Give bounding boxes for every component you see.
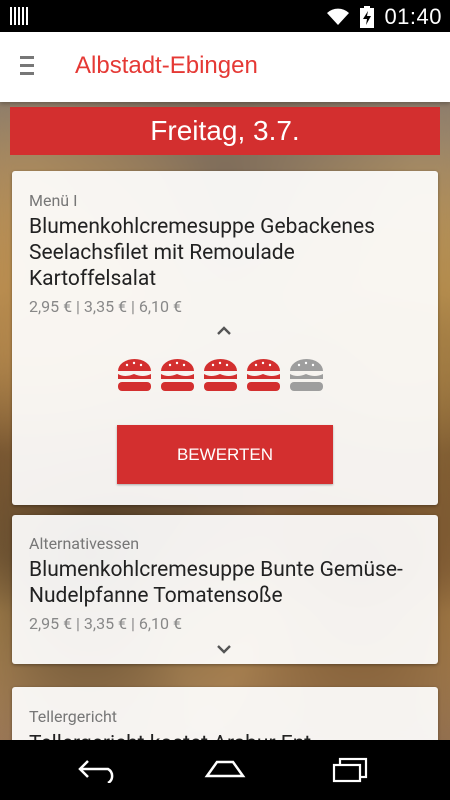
date-banner[interactable]: Freitag, 3.7. [10, 107, 440, 155]
menu-card[interactable]: Menü I Blumenkohlcremesuppe Gebackenes S… [12, 171, 438, 505]
barcode-icon [10, 7, 28, 25]
rate-button[interactable]: BEWERTEN [117, 425, 333, 484]
menu-category: Tellergericht [29, 707, 117, 726]
page-title: Albstadt-Ebingen [75, 52, 258, 79]
menu-category: Menü I [29, 191, 78, 210]
home-icon[interactable] [195, 752, 255, 788]
chevron-down-icon[interactable] [216, 641, 232, 657]
menu-card[interactable]: Alternativessen Blumenkohlcremesuppe Bun… [12, 515, 438, 664]
meal-description: Blumenkohlcremesuppe Bunte Gemüse-Nudelp… [29, 558, 403, 608]
back-icon[interactable] [68, 752, 128, 788]
meal-prices: 2,95 € | 3,35 € | 6,10 € [29, 297, 182, 316]
chevron-up-icon[interactable] [216, 323, 232, 339]
navigation-bar [0, 740, 450, 800]
status-time: 01:40 [384, 4, 442, 29]
meal-description: Tellergericht kostet Arabur Ent... [29, 731, 424, 740]
rating-burgers[interactable] [116, 357, 325, 393]
menu-category: Alternativessen [29, 534, 140, 553]
app-bar: Albstadt-Ebingen [0, 32, 450, 102]
burger-rating-icon[interactable] [159, 357, 196, 393]
burger-rating-icon[interactable] [116, 357, 153, 393]
burger-rating-icon[interactable] [202, 357, 239, 393]
meal-description: Blumenkohlcremesuppe Gebackenes Seelachs… [29, 215, 375, 291]
menu-icon[interactable] [20, 56, 38, 76]
burger-rating-icon[interactable] [288, 357, 325, 393]
meal-prices: 2,95 € | 3,35 € | 6,10 € [29, 614, 182, 633]
burger-rating-icon[interactable] [245, 357, 282, 393]
status-bar: 01:40 [0, 0, 450, 32]
wifi-icon [327, 8, 350, 25]
battery-charging-icon [360, 6, 375, 28]
recent-apps-icon[interactable] [320, 752, 380, 788]
